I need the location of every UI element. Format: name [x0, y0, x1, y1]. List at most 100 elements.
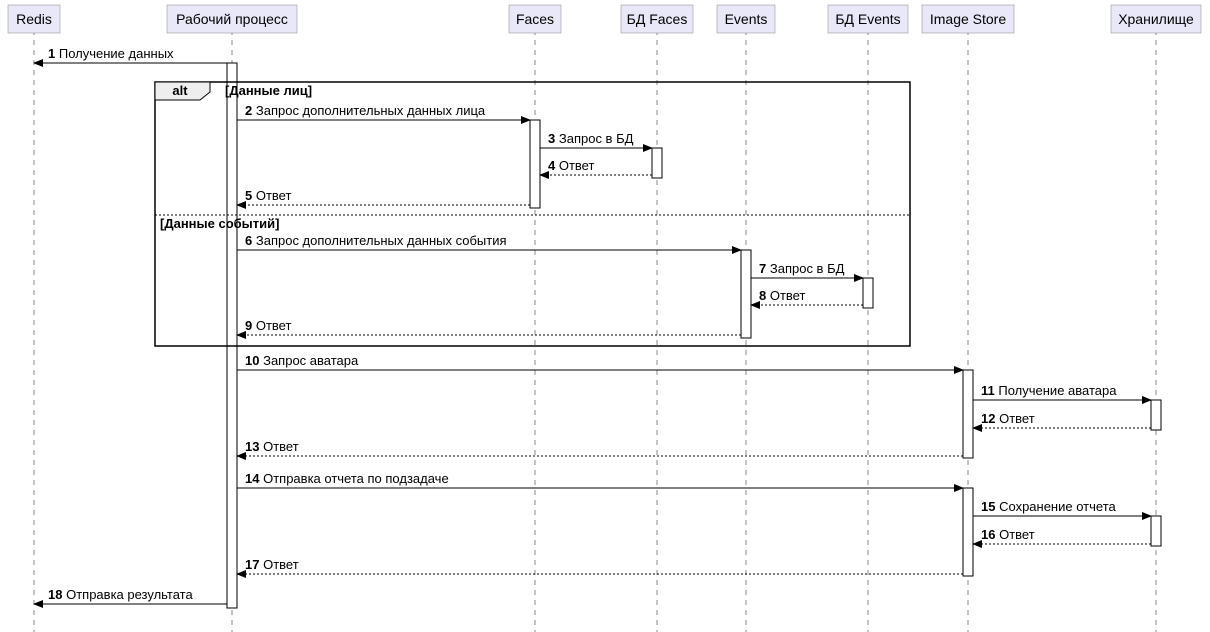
message-11: 11 Получение аватара: [973, 383, 1151, 400]
svg-text:10 Запрос аватара: 10 Запрос аватара: [245, 353, 359, 368]
svg-text:8 Ответ: 8 Ответ: [759, 288, 805, 303]
svg-text:14 Отправка отчета по подзадач: 14 Отправка отчета по подзадаче: [245, 471, 449, 486]
msg-num: 1: [48, 46, 55, 61]
msg-num: 5: [245, 188, 252, 203]
activation-events: [741, 250, 751, 338]
message-6: 6 Запрос дополнительных данных события: [237, 233, 741, 250]
msg-num: 14: [245, 471, 260, 486]
msg-label: Запрос дополнительных данных события: [256, 233, 507, 248]
msg-label: Отправка отчета по подзадаче: [263, 471, 449, 486]
participant-worker: Рабочий процесс: [167, 5, 297, 33]
msg-label: Получение аватара: [998, 383, 1117, 398]
msg-label: Ответ: [263, 557, 299, 572]
alt-label: alt: [172, 83, 188, 98]
msg-label: Ответ: [263, 439, 299, 454]
msg-num: 16: [981, 527, 995, 542]
message-3: 3 Запрос в БД: [540, 131, 652, 148]
participant-label: Хранилище: [1118, 11, 1194, 27]
message-8: 8 Ответ: [751, 288, 863, 305]
svg-text:18 Отправка результата: 18 Отправка результата: [48, 587, 193, 602]
msg-label: Получение данных: [59, 46, 174, 61]
message-10: 10 Запрос аватара: [237, 353, 963, 370]
svg-text:13 Ответ: 13 Ответ: [245, 439, 299, 454]
msg-num: 10: [245, 353, 259, 368]
msg-num: 7: [759, 261, 766, 276]
participant-redis: Redis: [8, 5, 60, 33]
activation-imagestore-2: [963, 488, 973, 576]
svg-text:2 Запрос дополнительных данных: 2 Запрос дополнительных данных лица: [245, 103, 486, 118]
message-12: 12 Ответ: [973, 411, 1151, 428]
message-17: 17 Ответ: [237, 557, 963, 574]
participant-label: Рабочий процесс: [176, 11, 288, 27]
message-13: 13 Ответ: [237, 439, 963, 456]
msg-num: 12: [981, 411, 995, 426]
msg-label: Ответ: [559, 158, 595, 173]
msg-label: Ответ: [999, 411, 1035, 426]
participant-label: Redis: [16, 11, 52, 27]
msg-num: 2: [245, 103, 252, 118]
msg-label: Ответ: [999, 527, 1035, 542]
msg-num: 8: [759, 288, 766, 303]
msg-num: 4: [548, 158, 556, 173]
participant-label: БД Faces: [627, 11, 688, 27]
svg-text:4 Ответ: 4 Ответ: [548, 158, 594, 173]
alt-condition-1: [Данные лиц]: [225, 83, 312, 98]
message-1: 1 Получение данных: [34, 46, 227, 63]
alt-condition-2: [Данные событий]: [160, 216, 279, 231]
participant-facesdb: БД Faces: [621, 5, 693, 33]
svg-text:16 Ответ: 16 Ответ: [981, 527, 1035, 542]
activation-imagestore-1: [963, 370, 973, 458]
msg-label: Запрос в БД: [770, 261, 845, 276]
msg-num: 13: [245, 439, 259, 454]
participant-label: Events: [725, 11, 768, 27]
message-5: 5 Ответ: [237, 188, 530, 205]
activation-storage-1: [1151, 400, 1161, 430]
msg-num: 3: [548, 131, 555, 146]
message-4: 4 Ответ: [540, 158, 652, 175]
activation-worker: [227, 63, 237, 608]
participant-label: БД Events: [835, 11, 900, 27]
participant-imagestore: Image Store: [922, 5, 1014, 33]
msg-num: 18: [48, 587, 62, 602]
svg-text:11 Получение аватара: 11 Получение аватара: [981, 383, 1117, 398]
participant-faces: Faces: [509, 5, 561, 33]
svg-text:15 Сохранение отчета: 15 Сохранение отчета: [981, 499, 1116, 514]
msg-num: 6: [245, 233, 252, 248]
msg-label: Ответ: [256, 188, 292, 203]
participant-eventsdb: БД Events: [828, 5, 908, 33]
svg-text:3 Запрос в БД: 3 Запрос в БД: [548, 131, 634, 146]
svg-text:6 Запрос дополнительных данных: 6 Запрос дополнительных данных события: [245, 233, 507, 248]
svg-text:12 Ответ: 12 Ответ: [981, 411, 1035, 426]
svg-text:1 Получение данных: 1 Получение данных: [48, 46, 174, 61]
message-18: 18 Отправка результата: [34, 587, 227, 604]
svg-text:7 Запрос в БД: 7 Запрос в БД: [759, 261, 845, 276]
msg-num: 11: [981, 383, 995, 398]
msg-label: Отправка результата: [66, 587, 193, 602]
msg-label: Ответ: [256, 318, 292, 333]
msg-num: 17: [245, 557, 259, 572]
activation-eventsdb: [863, 278, 873, 308]
message-16: 16 Ответ: [973, 527, 1151, 544]
msg-num: 15: [981, 499, 995, 514]
participant-label: Image Store: [930, 11, 1006, 27]
message-2: 2 Запрос дополнительных данных лица: [237, 103, 530, 120]
msg-label: Запрос аватара: [263, 353, 359, 368]
message-14: 14 Отправка отчета по подзадаче: [237, 471, 963, 488]
message-9: 9 Ответ: [237, 318, 741, 335]
msg-label: Сохранение отчета: [999, 499, 1116, 514]
participant-events: Events: [717, 5, 775, 33]
activation-storage-2: [1151, 516, 1161, 546]
svg-text:5 Ответ: 5 Ответ: [245, 188, 291, 203]
sequence-diagram: Redis Рабочий процесс Faces БД Faces Eve…: [0, 0, 1210, 632]
svg-text:9 Ответ: 9 Ответ: [245, 318, 291, 333]
msg-num: 9: [245, 318, 252, 333]
participant-storage: Хранилище: [1111, 5, 1201, 33]
activation-faces: [530, 120, 540, 208]
message-15: 15 Сохранение отчета: [973, 499, 1151, 516]
svg-text:17 Ответ: 17 Ответ: [245, 557, 299, 572]
msg-label: Запрос в БД: [559, 131, 634, 146]
activation-facesdb: [652, 148, 662, 178]
msg-label: Ответ: [770, 288, 806, 303]
msg-label: Запрос дополнительных данных лица: [256, 103, 486, 118]
participant-label: Faces: [516, 11, 554, 27]
